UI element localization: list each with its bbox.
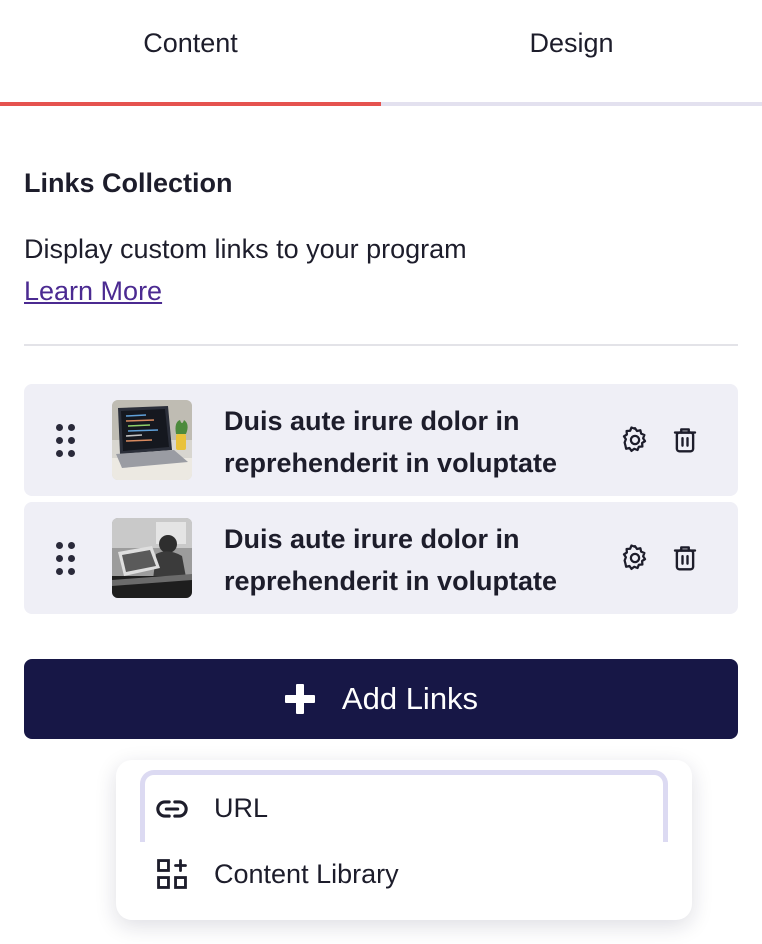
link-thumbnail bbox=[112, 518, 192, 598]
menu-item-url[interactable]: URL bbox=[140, 770, 668, 842]
menu-item-label: URL bbox=[214, 793, 269, 823]
menu-item-label: Content Library bbox=[214, 858, 399, 889]
learn-more-link[interactable]: Learn More bbox=[24, 276, 162, 307]
grid-plus-icon bbox=[154, 856, 190, 892]
settings-button[interactable] bbox=[619, 424, 651, 456]
trash-icon bbox=[673, 546, 697, 571]
tab-content-label: Content bbox=[143, 28, 238, 58]
settings-button[interactable] bbox=[619, 542, 651, 574]
link-title: Duis aute irure dolor in reprehenderit i… bbox=[224, 524, 558, 596]
link-item: Duis aute irure dolor in reprehenderit i… bbox=[24, 384, 738, 496]
tab-content-active-indicator bbox=[0, 102, 381, 106]
plus-icon bbox=[284, 683, 316, 715]
drag-handle-icon[interactable] bbox=[56, 424, 78, 458]
add-links-label: Add Links bbox=[341, 681, 479, 716]
link-title: Duis aute irure dolor in reprehenderit i… bbox=[224, 406, 558, 478]
add-links-dropdown: URL Content Library bbox=[116, 760, 692, 920]
delete-button[interactable] bbox=[669, 424, 701, 456]
section-description: Display custom links to your program bbox=[24, 234, 467, 264]
tab-design-indicator bbox=[381, 102, 762, 106]
link-item: Duis aute irure dolor in reprehenderit i… bbox=[24, 502, 738, 614]
section-title: Links Collection bbox=[24, 168, 233, 198]
divider bbox=[24, 344, 738, 346]
tab-bar: Content Design bbox=[0, 0, 762, 106]
gear-icon bbox=[622, 426, 647, 452]
link-icon bbox=[154, 791, 190, 827]
menu-item-content-library[interactable]: Content Library bbox=[140, 838, 668, 910]
tab-content[interactable]: Content bbox=[0, 0, 381, 106]
delete-button[interactable] bbox=[669, 542, 701, 574]
tab-design[interactable]: Design bbox=[381, 0, 762, 106]
tab-design-label: Design bbox=[529, 28, 614, 58]
gear-icon bbox=[622, 544, 647, 570]
drag-handle-icon[interactable] bbox=[56, 542, 78, 576]
trash-icon bbox=[673, 428, 697, 453]
add-links-button[interactable]: Add Links bbox=[24, 659, 738, 739]
link-thumbnail bbox=[112, 400, 192, 480]
